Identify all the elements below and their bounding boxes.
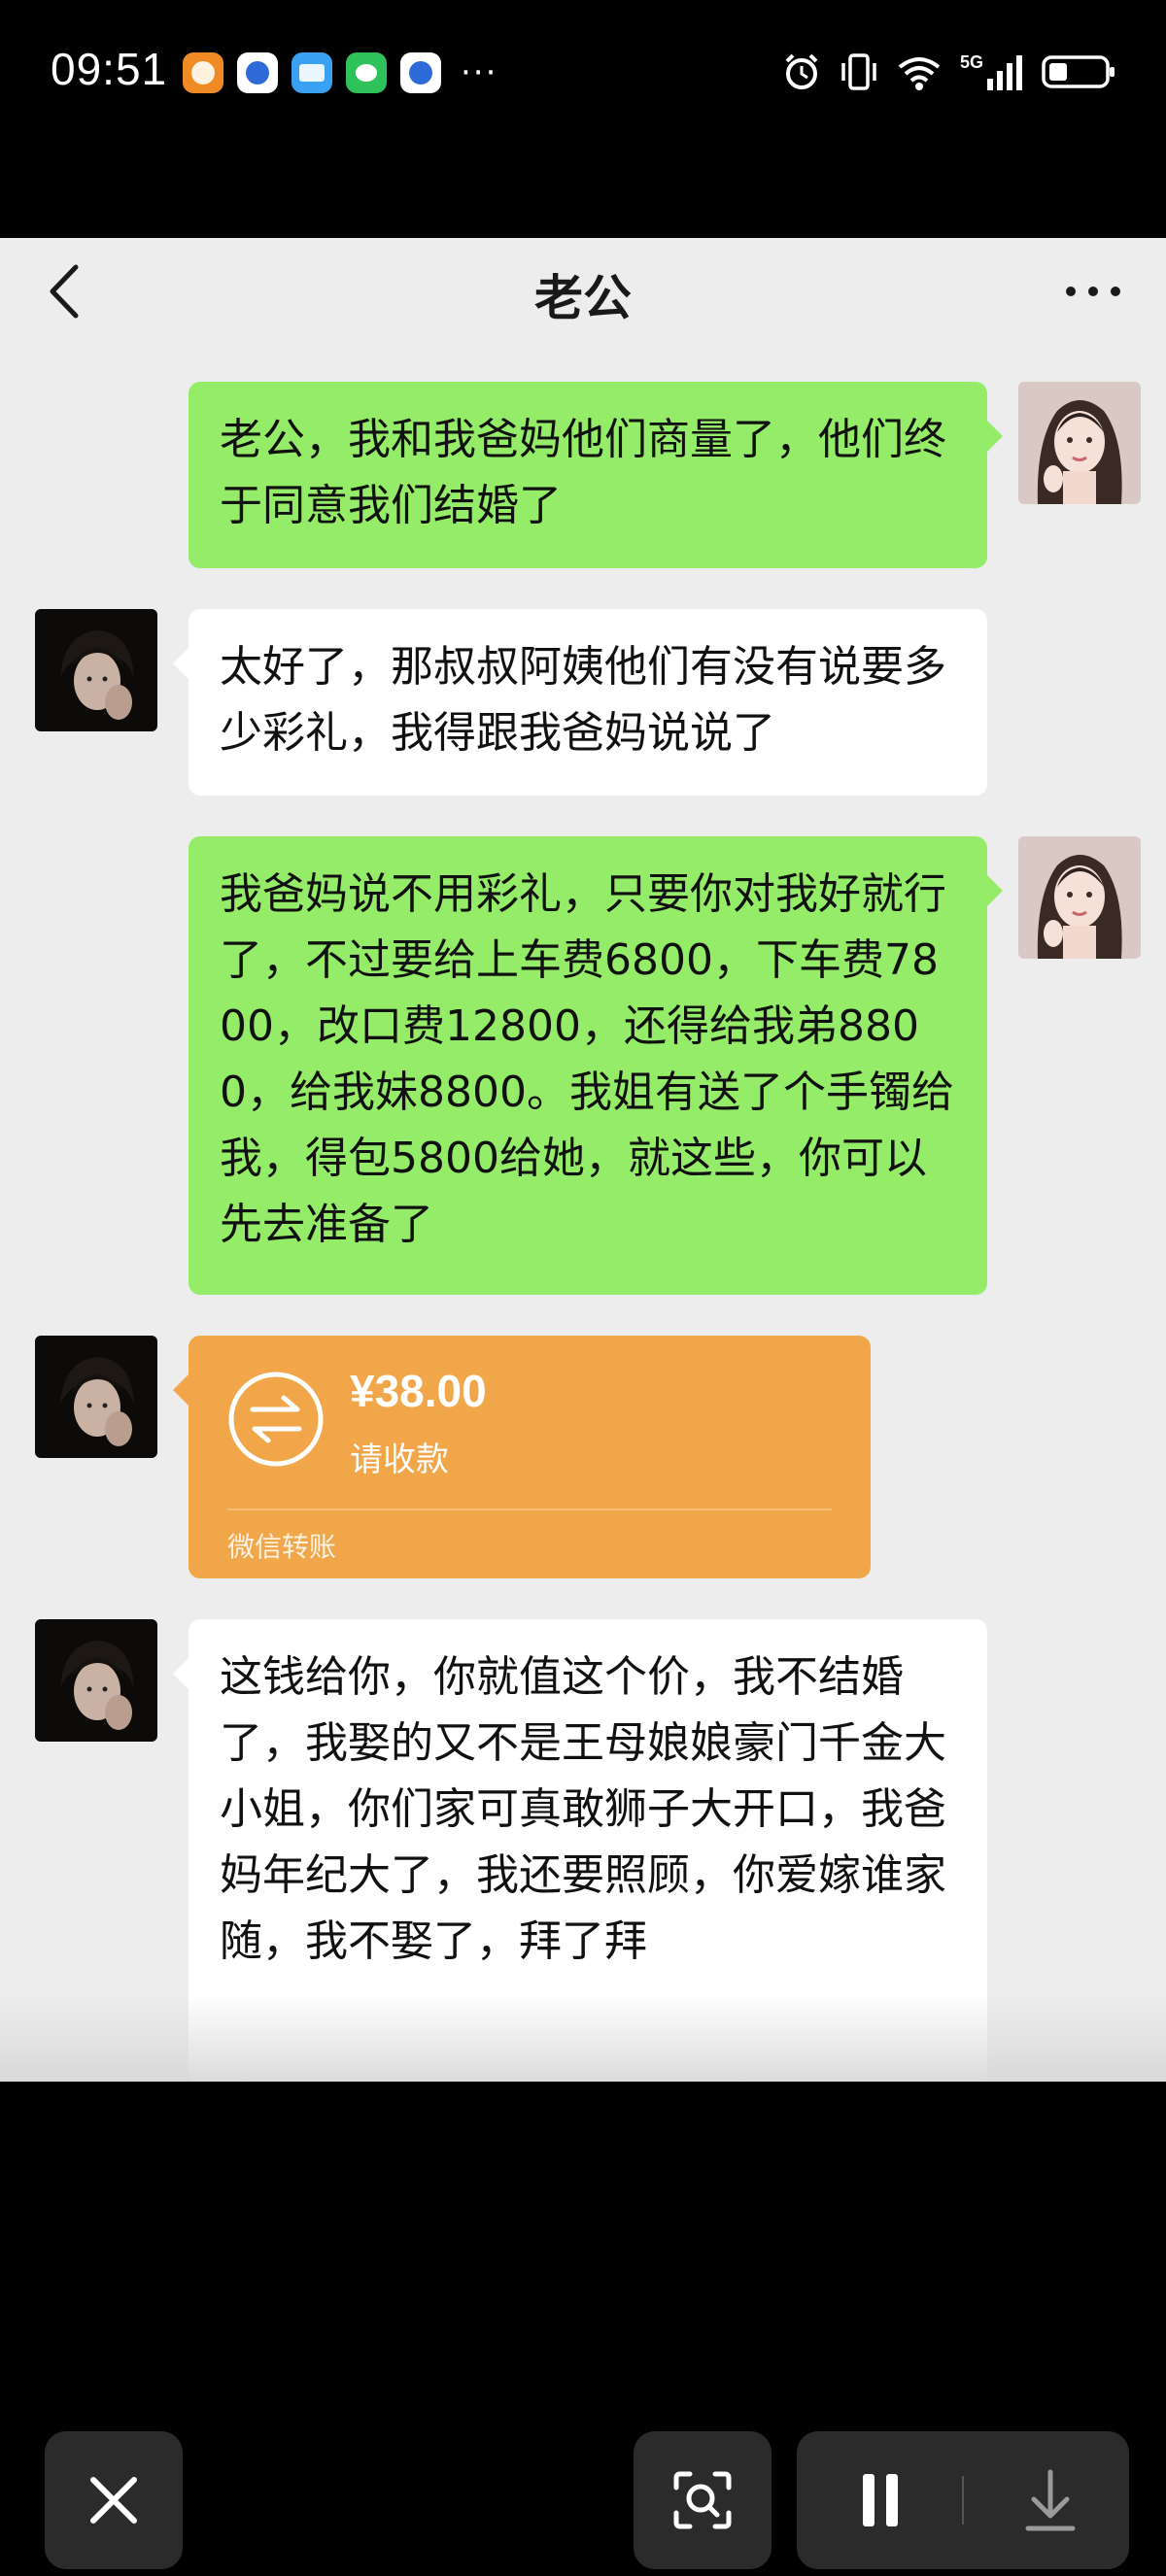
system-icons: 5G [781,51,1117,93]
transfer-divider [227,1508,832,1510]
pause-icon[interactable] [810,2431,948,2569]
signal-icon: 5G [960,51,1024,93]
browser-icon [237,52,278,93]
alarm-icon [781,51,822,93]
wechat-icon [346,52,387,93]
status-time: 09:51 [51,44,168,94]
transfer-amount: ¥38.00 [350,1366,487,1416]
chat-title: 老公 [534,270,632,326]
close-button[interactable] [45,2431,183,2569]
avatar-me[interactable] [1018,836,1141,959]
reader-icon [292,52,332,93]
notification-app-icons: ··· [183,52,497,93]
avatar-contact[interactable] [35,609,157,731]
more-horizontal-icon [1066,287,1120,296]
wifi-icon [896,51,943,93]
taobao-icon [183,52,223,93]
battery-icon [1042,51,1117,93]
chat-nav-bar: 老公 [0,238,1166,345]
transfer-label: 微信转账 [227,1531,337,1563]
received-message-bubble[interactable]: 太好了，那叔叔阿姨他们有没有说要多少彩礼，我得跟我爸妈说说了 [173,609,987,796]
avatar-contact[interactable] [35,1619,157,1742]
transfer-card[interactable]: ¥38.00 请收款 微信转账 [173,1336,871,1578]
controls-divider [962,2476,964,2525]
sent-message-bubble[interactable]: 我爸妈说不用彩礼，只要你对我好就行了，不过要给上车费6800，下车费7800，改… [189,836,1003,1295]
avatar-contact[interactable] [35,1336,157,1458]
chat-window: 老公 老公，我和我爸妈他们商量了，他们终于同意我们结婚了 太好了，那叔叔阿姨他们… [0,238,1166,2082]
browser-icon [400,52,441,93]
vibrate-icon [840,51,878,93]
avatar-me[interactable] [1018,382,1141,504]
playback-controls [797,2431,1129,2569]
transfer-exchange-icon [228,1372,324,1467]
chat-bottom-fade [0,1994,1166,2082]
more-options-button[interactable] [1059,267,1127,316]
transfer-status: 请收款 [350,1441,449,1479]
status-bar: 09:51 ··· 5G [0,0,1166,146]
close-icon [90,2477,137,2524]
scan-icon [673,2471,732,2529]
download-icon[interactable] [981,2431,1119,2569]
more-notifications-icon: ··· [461,53,498,92]
viewer-controls [0,2082,1166,2576]
scan-button[interactable] [634,2431,772,2569]
sent-message-bubble[interactable]: 老公，我和我爸妈他们商量了，他们终于同意我们结婚了 [189,382,1003,568]
